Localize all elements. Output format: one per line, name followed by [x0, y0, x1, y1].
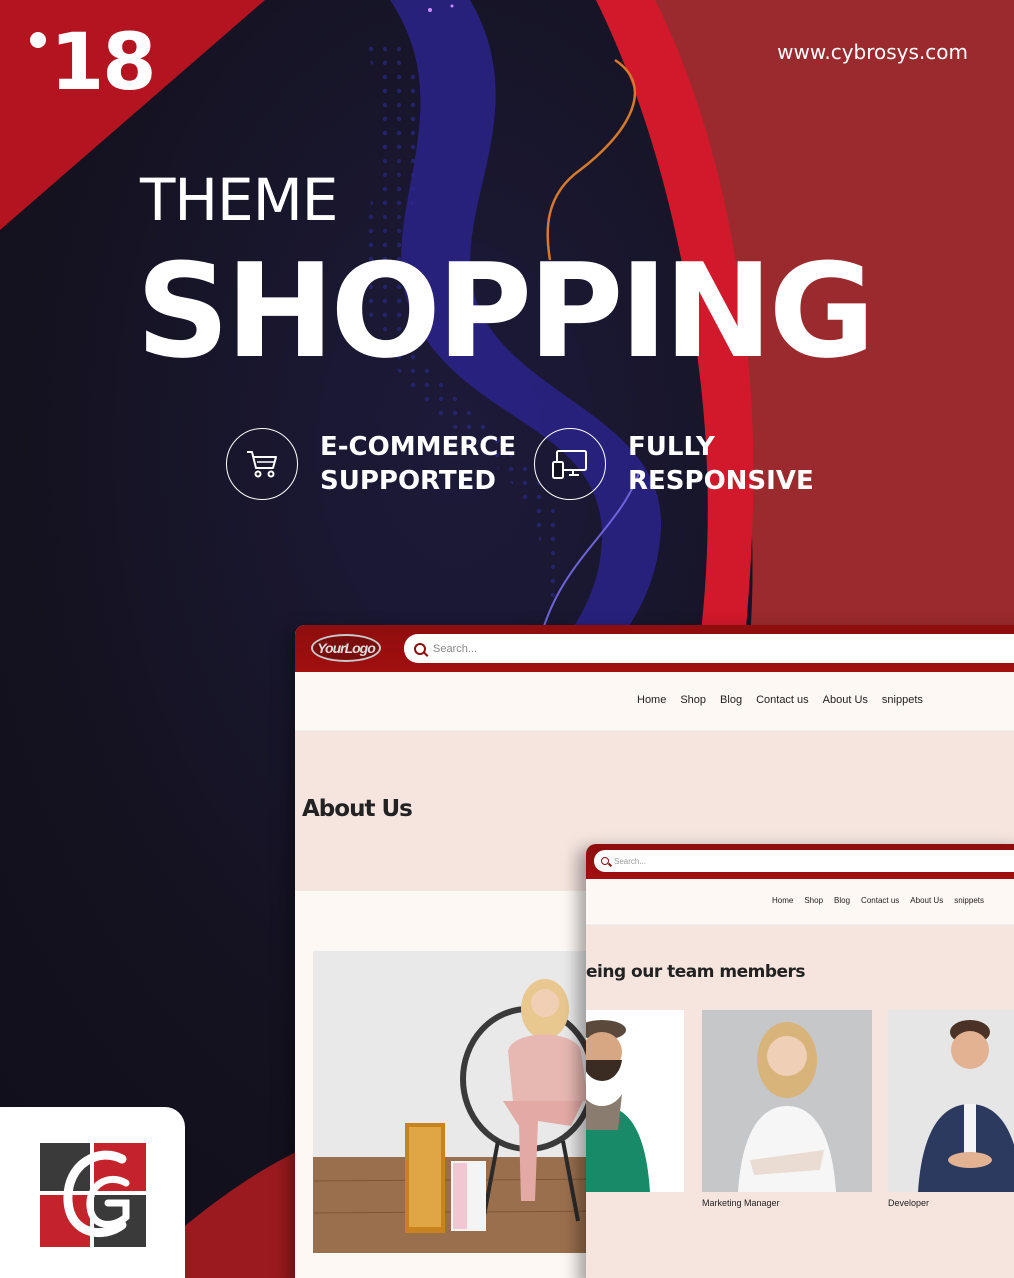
desktop-search-input[interactable]: Search... — [433, 643, 477, 655]
nav-about[interactable]: About Us — [910, 896, 943, 905]
feature-ecommerce-line2: SUPPORTED — [320, 466, 496, 496]
nav-shop[interactable]: Shop — [804, 896, 823, 905]
feature-ecommerce: E-COMMERCE SUPPORTED — [226, 428, 516, 500]
nav-blog[interactable]: Blog — [720, 694, 742, 706]
page-title: About Us — [302, 796, 413, 822]
desktop-header: YourLogo Search... — [295, 625, 1014, 672]
shopping-woman-photo — [313, 951, 613, 1253]
feature-responsive: FULLY RESPONSIVE — [534, 428, 814, 500]
version-number: 18 — [50, 18, 157, 108]
nav-about[interactable]: About Us — [823, 694, 868, 706]
tablet-search-bar[interactable]: Search... — [594, 850, 1014, 872]
cart-icon — [226, 428, 298, 500]
desktop-nav: Home Shop Blog Contact us About Us snipp… — [295, 672, 1014, 731]
nav-home[interactable]: Home — [772, 896, 793, 905]
nav-snippets[interactable]: snippets — [954, 896, 984, 905]
team-section-heading: eing our team members — [586, 962, 806, 982]
team-member-card — [586, 1010, 684, 1192]
nav-shop[interactable]: Shop — [680, 694, 706, 706]
version-dot — [30, 32, 46, 48]
nav-home[interactable]: Home — [637, 694, 666, 706]
feature-responsive-line1: FULLY — [628, 432, 715, 462]
team-member-card — [702, 1010, 872, 1192]
search-icon — [601, 857, 609, 865]
team-member-card — [888, 1010, 1014, 1192]
desktop-search-bar[interactable]: Search... — [404, 634, 1014, 663]
site-logo[interactable]: YourLogo — [311, 634, 381, 662]
theme-label: THEME — [140, 166, 338, 234]
version-badge: 18 — [28, 24, 157, 102]
tablet-nav: Home Shop Blog Contact us About Us snipp… — [586, 879, 1014, 925]
website-link[interactable]: www.cybrosys.com — [777, 40, 968, 64]
tablet-mockup: Search... Home Shop Blog Contact us Abou… — [586, 844, 1014, 1278]
nav-contact[interactable]: Contact us — [861, 896, 899, 905]
nav-blog[interactable]: Blog — [834, 896, 850, 905]
tablet-search-input[interactable]: Search... — [614, 857, 646, 866]
nav-contact[interactable]: Contact us — [756, 694, 809, 706]
feature-ecommerce-line1: E-COMMERCE — [320, 432, 517, 462]
nav-snippets[interactable]: snippets — [882, 694, 923, 706]
responsive-devices-icon — [534, 428, 606, 500]
theme-poster: 18 www.cybrosys.com THEME SHOPPING E-COM… — [0, 0, 1014, 1278]
company-logo-badge — [0, 1107, 185, 1278]
theme-name: SHOPPING — [136, 235, 875, 387]
tablet-header: Search... — [586, 844, 1014, 879]
search-icon — [414, 642, 426, 655]
team-member-role: Developer — [888, 1198, 930, 1208]
feature-responsive-line2: RESPONSIVE — [628, 466, 814, 496]
cybrosys-logo — [40, 1143, 146, 1247]
team-member-role: Marketing Manager — [702, 1198, 780, 1208]
